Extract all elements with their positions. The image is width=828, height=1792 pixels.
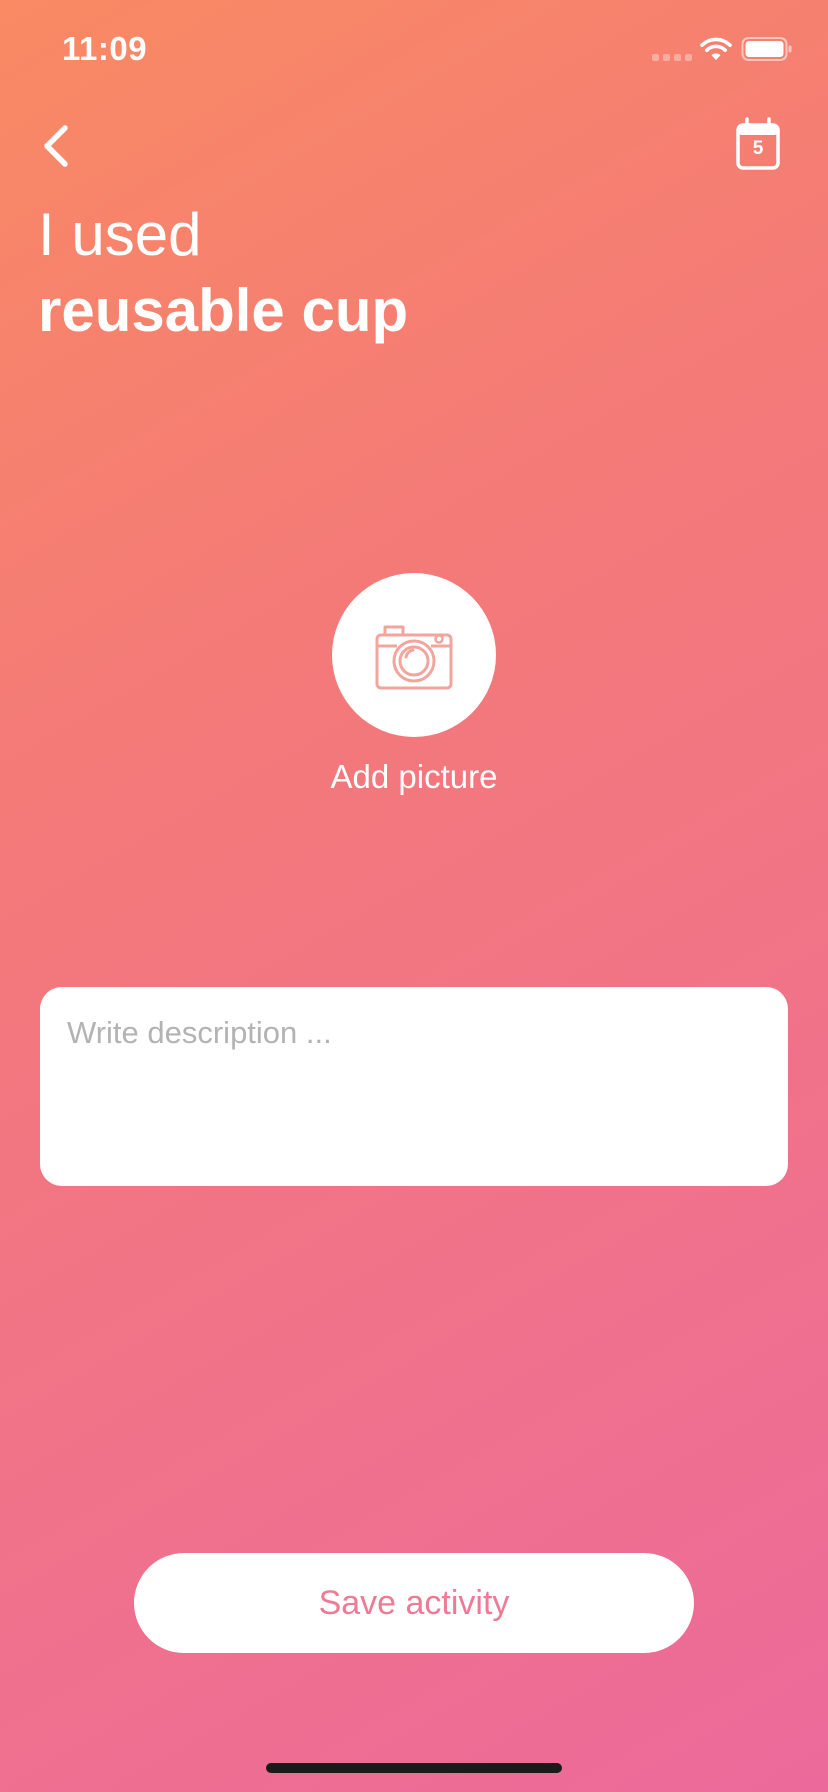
status-time: 11:09 bbox=[62, 30, 148, 67]
add-picture-button[interactable] bbox=[332, 573, 496, 737]
page-title-prefix: I used bbox=[38, 201, 202, 268]
wifi-icon bbox=[700, 37, 732, 60]
chevron-left-icon bbox=[44, 125, 68, 167]
description-field[interactable] bbox=[40, 987, 788, 1186]
camera-icon bbox=[375, 625, 453, 690]
calendar-day: 5 bbox=[752, 138, 764, 159]
save-activity-button[interactable]: Save activity bbox=[134, 1553, 694, 1653]
home-indicator[interactable] bbox=[266, 1763, 562, 1773]
add-picture-label: Add picture bbox=[330, 758, 498, 795]
calendar-button[interactable]: 5 bbox=[734, 116, 782, 172]
status-bar: 11:09 bbox=[0, 0, 828, 100]
battery-icon bbox=[741, 37, 792, 61]
cellular-signal-icon bbox=[652, 54, 692, 61]
back-button[interactable] bbox=[34, 118, 84, 174]
page-title-activity: reusable cup bbox=[38, 277, 409, 344]
